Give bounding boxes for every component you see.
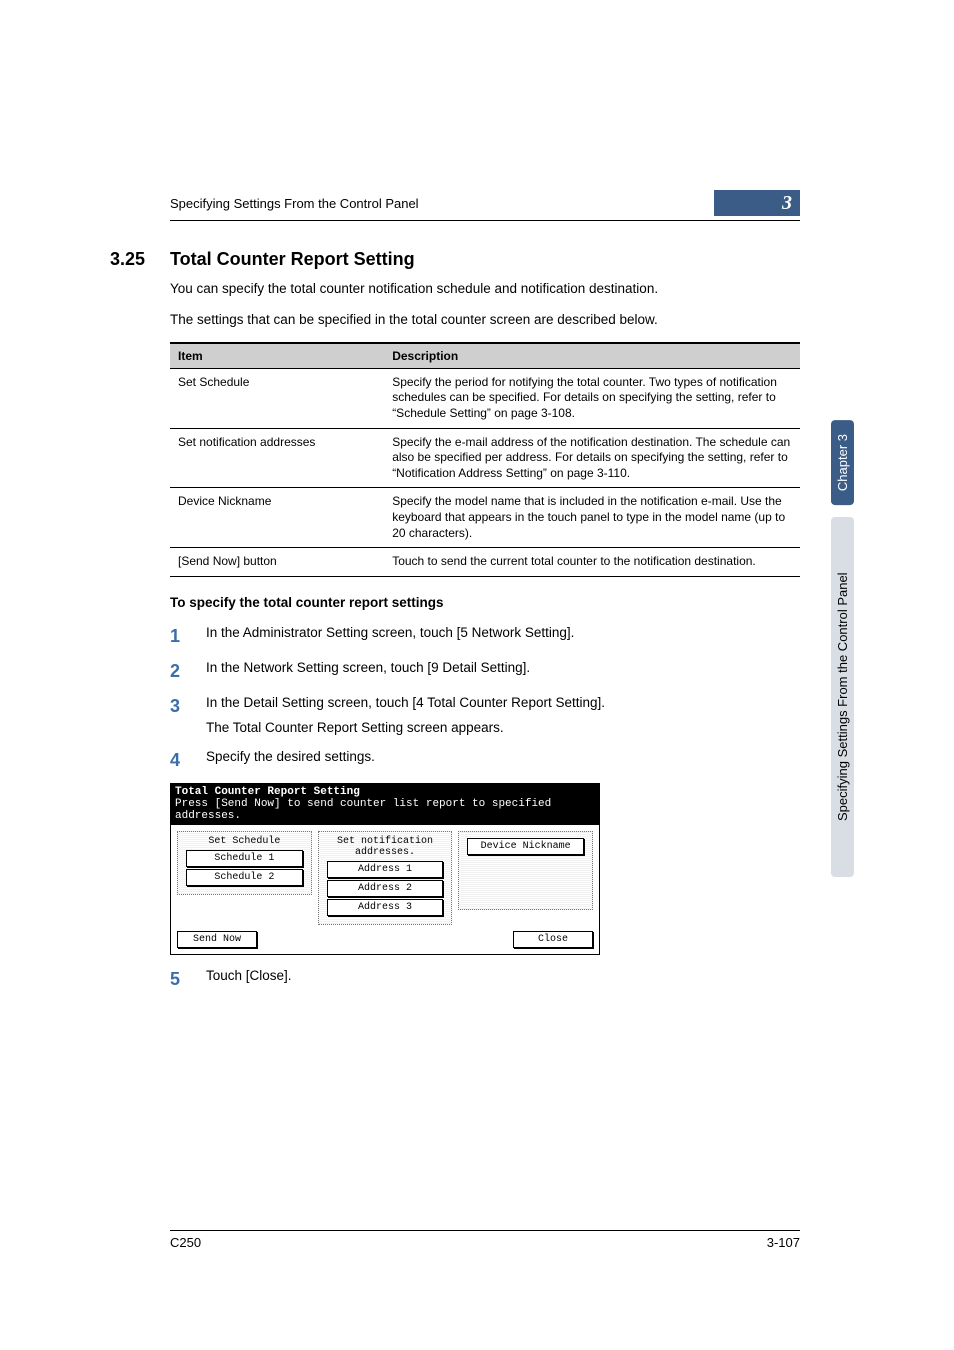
side-tab-section: Specifying Settings From the Control Pan…: [831, 517, 854, 877]
table-row: Set Schedule Specify the period for noti…: [170, 368, 800, 428]
intro-paragraph-2: The settings that can be specified in th…: [170, 311, 800, 330]
set-notification-label: Set notification addresses.: [323, 836, 448, 858]
running-head: Specifying Settings From the Control Pan…: [170, 190, 800, 221]
address-2-button[interactable]: Address 2: [327, 880, 444, 897]
address-1-button[interactable]: Address 1: [327, 861, 444, 878]
chapter-badge: 3: [714, 190, 800, 216]
step-text: In the Detail Setting screen, touch [4 T…: [206, 694, 800, 713]
table-cell-item: Set notification addresses: [170, 428, 384, 488]
table-header-description: Description: [384, 343, 800, 369]
schedule-2-button[interactable]: Schedule 2: [186, 869, 303, 886]
step-number: 2: [170, 659, 186, 684]
step-subtext: The Total Counter Report Setting screen …: [206, 719, 800, 738]
table-cell-item: [Send Now] button: [170, 548, 384, 577]
table-cell-item: Device Nickname: [170, 488, 384, 548]
step-text: Specify the desired settings.: [206, 748, 800, 773]
device-nickname-button[interactable]: Device Nickname: [467, 838, 584, 855]
footer-right: 3-107: [767, 1235, 800, 1250]
close-button[interactable]: Close: [513, 931, 593, 948]
settings-table: Item Description Set Schedule Specify th…: [170, 342, 800, 577]
schedule-1-button[interactable]: Schedule 1: [186, 850, 303, 867]
side-tabs: Chapter 3 Specifying Settings From the C…: [831, 420, 854, 877]
step-text: In the Administrator Setting screen, tou…: [206, 624, 800, 649]
table-cell-desc: Specify the model name that is included …: [384, 488, 800, 548]
step-5: 5 Touch [Close].: [170, 967, 800, 992]
table-row: Set notification addresses Specify the e…: [170, 428, 800, 488]
table-row: Device Nickname Specify the model name t…: [170, 488, 800, 548]
table-cell-item: Set Schedule: [170, 368, 384, 428]
address-3-button[interactable]: Address 3: [327, 899, 444, 916]
section-title-row: 3.25 Total Counter Report Setting: [110, 249, 800, 270]
device-nickname-group: Device Nickname: [458, 831, 593, 910]
panel-screenshot: Total Counter Report Setting Press [Send…: [170, 783, 600, 955]
step-text: Touch [Close].: [206, 967, 800, 992]
step-1: 1 In the Administrator Setting screen, t…: [170, 624, 800, 649]
procedure-subhead: To specify the total counter report sett…: [170, 595, 800, 610]
panel-title: Total Counter Report Setting: [171, 784, 599, 798]
footer-left: C250: [170, 1235, 201, 1250]
table-header-item: Item: [170, 343, 384, 369]
send-now-button[interactable]: Send Now: [177, 931, 257, 948]
set-schedule-label: Set Schedule: [182, 836, 307, 847]
table-cell-desc: Specify the e-mail address of the notifi…: [384, 428, 800, 488]
step-number: 5: [170, 967, 186, 992]
step-text: In the Network Setting screen, touch [9 …: [206, 659, 800, 684]
running-head-text: Specifying Settings From the Control Pan…: [170, 196, 419, 211]
side-tab-chapter: Chapter 3: [831, 420, 854, 505]
table-cell-desc: Specify the period for notifying the tot…: [384, 368, 800, 428]
set-schedule-group: Set Schedule Schedule 1 Schedule 2: [177, 831, 312, 895]
page-footer: C250 3-107: [170, 1230, 800, 1250]
step-3: 3 In the Detail Setting screen, touch [4…: [170, 694, 800, 738]
intro-paragraph-1: You can specify the total counter notifi…: [170, 280, 800, 299]
step-4: 4 Specify the desired settings.: [170, 748, 800, 773]
section-number: 3.25: [110, 249, 154, 270]
panel-subtitle: Press [Send Now] to send counter list re…: [171, 798, 599, 825]
step-number: 1: [170, 624, 186, 649]
chapter-number: 3: [782, 192, 792, 215]
step-2: 2 In the Network Setting screen, touch […: [170, 659, 800, 684]
table-cell-desc: Touch to send the current total counter …: [384, 548, 800, 577]
table-row: [Send Now] button Touch to send the curr…: [170, 548, 800, 577]
step-number: 3: [170, 694, 186, 738]
section-heading: Total Counter Report Setting: [170, 249, 415, 270]
step-number: 4: [170, 748, 186, 773]
set-notification-group: Set notification addresses. Address 1 Ad…: [318, 831, 453, 925]
